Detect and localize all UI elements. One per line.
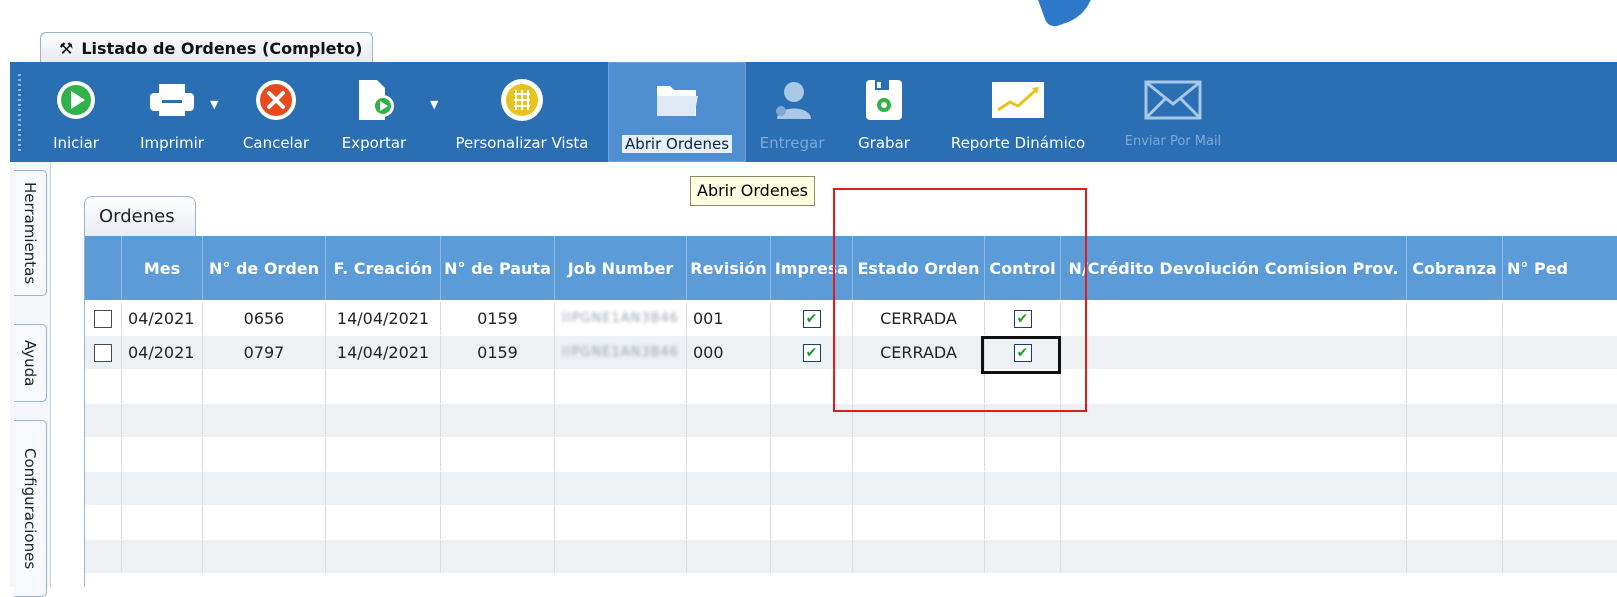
- document-tab-label: Listado de Ordenes (Completo): [81, 38, 363, 58]
- impresa-checkbox[interactable]: [802, 343, 821, 362]
- empty-cell: [1407, 336, 1503, 369]
- column-header[interactable]: N° de Orden: [203, 236, 326, 300]
- empty-cell: [1407, 302, 1503, 335]
- column-header[interactable]: Mes: [122, 236, 203, 300]
- empty-row: [85, 472, 1617, 505]
- mes-cell: 04/2021: [122, 302, 203, 335]
- column-header[interactable]: Revisión: [687, 236, 771, 300]
- mes-cell: 04/2021: [122, 336, 203, 369]
- pauta-cell: 0159: [441, 302, 555, 335]
- select-column-header[interactable]: [85, 236, 122, 300]
- highlight-box-red: [833, 188, 1087, 412]
- start-button[interactable]: Iniciar: [38, 62, 114, 162]
- highlight-box-black: [981, 336, 1061, 374]
- customize-view-button[interactable]: Personalizar Vista: [440, 62, 604, 162]
- cancel-button[interactable]: Cancelar: [234, 62, 318, 162]
- send-mail-button[interactable]: Enviar Por Mail: [1106, 62, 1240, 162]
- column-header[interactable]: N/Crédito Devolución Comision Prov.: [1061, 236, 1407, 300]
- empty-row: [85, 506, 1617, 539]
- side-tab-ayuda[interactable]: Ayuda: [14, 324, 47, 402]
- open-orders-button[interactable]: Abrir Ordenes: [608, 62, 746, 162]
- play-circle-icon: [46, 70, 106, 130]
- column-header[interactable]: N° de Pauta: [441, 236, 555, 300]
- pauta-cell: 0159: [441, 336, 555, 369]
- revision-cell: 000: [687, 336, 771, 369]
- open-folder-icon: [647, 71, 707, 131]
- empty-row: [85, 540, 1617, 573]
- save-button[interactable]: Grabar: [846, 62, 922, 162]
- cancel-circle-icon: [246, 70, 306, 130]
- chart-icon: [988, 70, 1048, 130]
- tools-icon: ⚒: [59, 38, 74, 58]
- column-header[interactable]: F. Creación: [326, 236, 441, 300]
- envelope-icon: [1143, 70, 1203, 130]
- tab-ordenes-label: Ordenes: [99, 206, 175, 227]
- print-button[interactable]: ▼ Imprimir: [122, 62, 222, 162]
- toolbar: Iniciar ▼ Imprimir Cancelar ▼ Exportar P…: [10, 62, 1617, 162]
- export-document-icon: [344, 70, 404, 130]
- floppy-disk-icon: [854, 70, 914, 130]
- logo-fragment: [1034, 0, 1106, 30]
- side-tab-configuraciones[interactable]: Configuraciones: [14, 420, 47, 597]
- tooltip: Abrir Ordenes: [690, 176, 815, 206]
- deliver-button[interactable]: Entregar: [750, 62, 834, 162]
- export-button[interactable]: ▼ Exportar: [324, 62, 438, 162]
- revision-cell: 001: [687, 302, 771, 335]
- chevron-down-icon[interactable]: ▼: [210, 98, 218, 111]
- creacion-cell: 14/04/2021: [326, 302, 441, 335]
- grid-circle-icon: [492, 70, 552, 130]
- empty-cell: [1061, 336, 1407, 369]
- impresa-checkbox[interactable]: [802, 309, 821, 328]
- side-panel: Herramientas Ayuda Configuraciones: [10, 162, 51, 597]
- creacion-cell: 14/04/2021: [326, 336, 441, 369]
- orden-cell: 0656: [203, 302, 326, 335]
- row-select-checkbox[interactable]: [94, 343, 112, 362]
- job-number-cell: IIPGNE1AN3B46: [561, 345, 680, 360]
- job-number-cell: IIPGNE1AN3B46: [561, 311, 680, 326]
- dynamic-report-button[interactable]: Reporte Dinámico: [938, 62, 1098, 162]
- row-select-checkbox[interactable]: [94, 309, 112, 328]
- column-header[interactable]: N° Ped: [1503, 236, 1617, 300]
- empty-row: [85, 438, 1617, 471]
- printer-icon: [142, 70, 202, 130]
- toolbar-grip[interactable]: [18, 74, 21, 154]
- side-tab-herramientas[interactable]: Herramientas: [14, 170, 47, 296]
- column-header[interactable]: Job Number: [555, 236, 687, 300]
- document-tab[interactable]: ⚒ Listado de Ordenes (Completo): [40, 32, 374, 63]
- empty-cell: [1061, 302, 1407, 335]
- chevron-down-icon[interactable]: ▼: [430, 98, 438, 111]
- orden-cell: 0797: [203, 336, 326, 369]
- user-icon: [762, 70, 822, 130]
- column-header[interactable]: Cobranza: [1407, 236, 1503, 300]
- tab-ordenes[interactable]: Ordenes: [84, 196, 196, 236]
